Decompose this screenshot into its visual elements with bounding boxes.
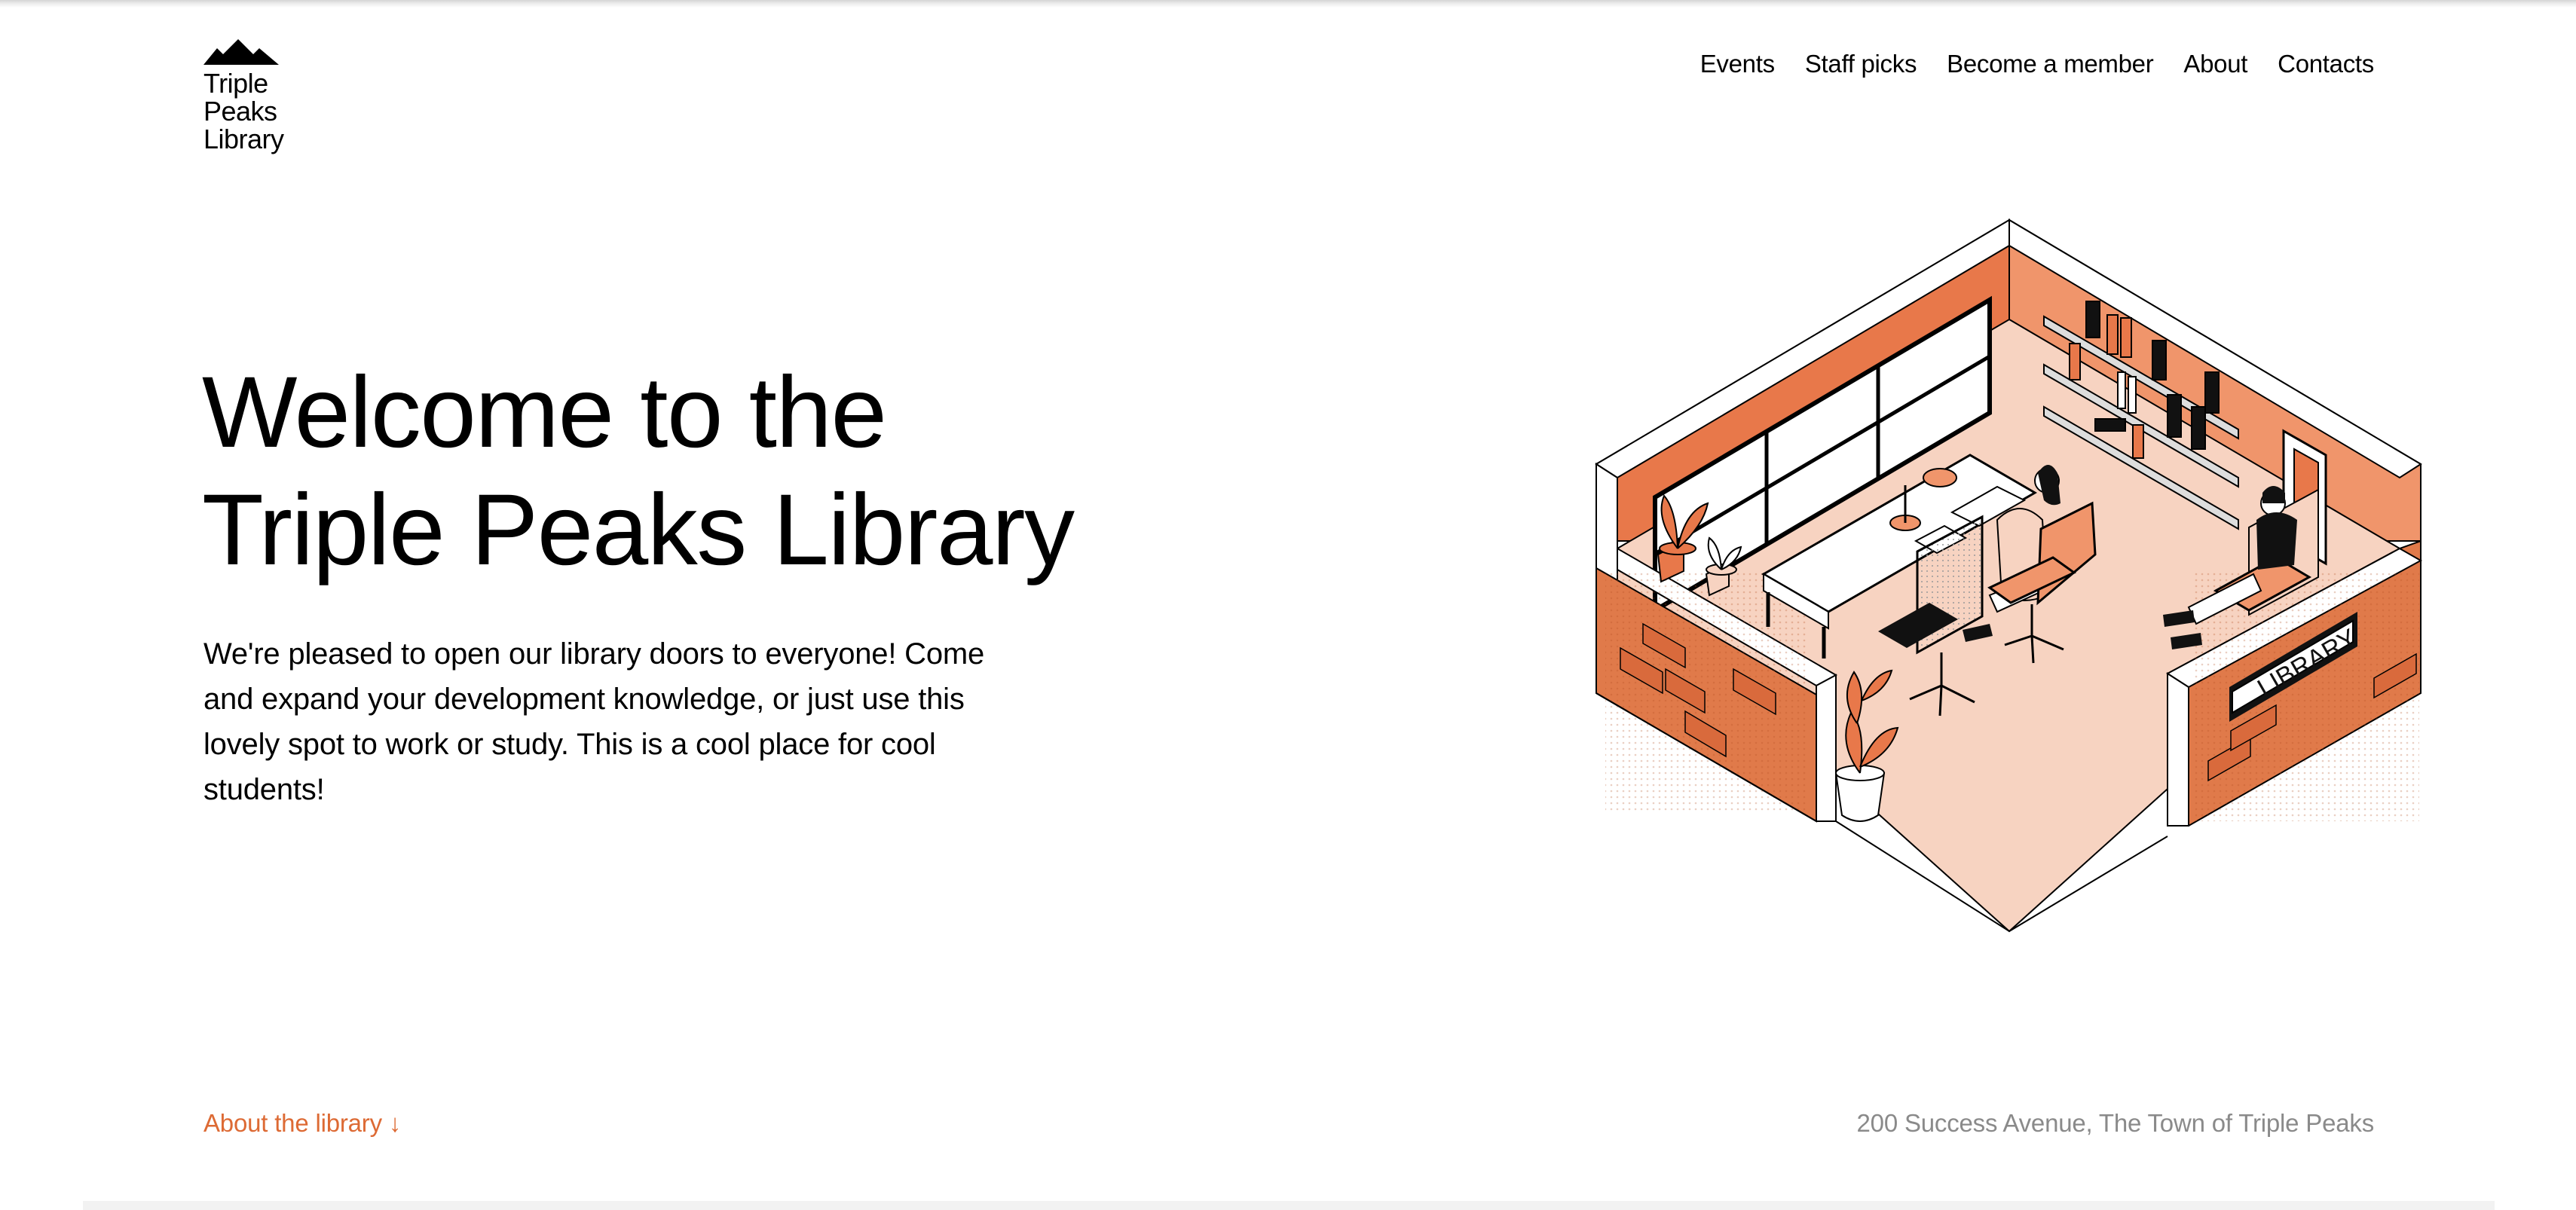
top-shadow xyxy=(0,0,2576,8)
logo-wordmark: Triple Peaks Library xyxy=(203,69,309,153)
next-section-edge xyxy=(83,1201,2495,1210)
isometric-library-room-illustration: LIBRARY xyxy=(1595,218,2423,933)
logo-line-3: Library xyxy=(203,124,284,154)
logo-link[interactable]: Triple Peaks Library xyxy=(203,39,309,160)
hero-title-line-1: Welcome to the xyxy=(202,356,887,469)
logo-line-1: Triple xyxy=(203,68,268,99)
nav-link-staff-picks[interactable]: Staff picks xyxy=(1805,50,1917,78)
address-text: 200 Success Avenue, The Town of Triple P… xyxy=(1856,1109,2375,1137)
nav-link-become-a-member[interactable]: Become a member xyxy=(1947,50,2154,78)
hero-description: We're pleased to open our library doors … xyxy=(203,637,985,806)
hero-title-line-2: Triple Peaks Library xyxy=(202,474,1075,586)
logo-line-2: Peaks xyxy=(203,96,277,127)
nav-link-about[interactable]: About xyxy=(2183,50,2247,78)
nav-link-contacts[interactable]: Contacts xyxy=(2278,50,2374,78)
mountain-peaks-icon xyxy=(203,39,279,65)
about-the-library-link[interactable]: About the library ↓ xyxy=(203,1109,401,1138)
main-nav: Events Staff picks Become a member About… xyxy=(1700,50,2375,78)
nav-link-events[interactable]: Events xyxy=(1700,50,1775,78)
hero-title: Welcome to the Triple Peaks Library xyxy=(202,354,1257,589)
